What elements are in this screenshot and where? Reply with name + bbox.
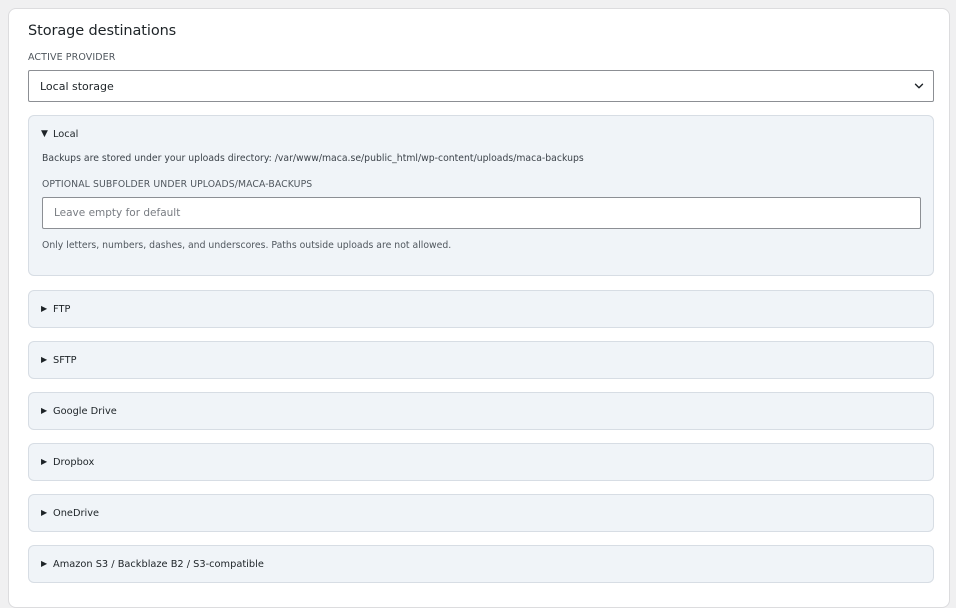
active-provider-value: Local storage <box>40 79 114 93</box>
triangle-right-icon: ▶ <box>41 406 48 415</box>
onedrive-section: ▶ OneDrive <box>28 494 934 532</box>
chevron-down-icon <box>914 83 924 89</box>
local-summary-label: Local <box>53 128 79 140</box>
local-storage-section: ▼ Local Backups are stored under your up… <box>28 115 934 276</box>
onedrive-summary-toggle[interactable]: ▶ OneDrive <box>41 506 99 520</box>
triangle-down-icon: ▼ <box>41 129 48 139</box>
ftp-summary-toggle[interactable]: ▶ FTP <box>41 302 70 316</box>
subfolder-label: OPTIONAL SUBFOLDER UNDER UPLOADS/MACA-BA… <box>42 179 313 190</box>
s3-section: ▶ Amazon S3 / Backblaze B2 / S3-compatib… <box>28 545 934 583</box>
sftp-summary-toggle[interactable]: ▶ SFTP <box>41 353 77 367</box>
onedrive-summary-label: OneDrive <box>53 507 100 519</box>
triangle-right-icon: ▶ <box>41 355 48 364</box>
google-drive-section: ▶ Google Drive <box>28 392 934 430</box>
local-summary-toggle[interactable]: ▼ Local <box>41 127 78 141</box>
triangle-right-icon: ▶ <box>41 304 48 313</box>
ftp-summary-label: FTP <box>53 303 71 315</box>
panel-title: Storage destinations <box>28 23 177 39</box>
active-provider-select[interactable]: Local storage <box>28 70 934 102</box>
triangle-right-icon: ▶ <box>41 508 48 517</box>
dropbox-summary-label: Dropbox <box>53 456 95 468</box>
google-drive-summary-toggle[interactable]: ▶ Google Drive <box>41 404 117 418</box>
dropbox-summary-toggle[interactable]: ▶ Dropbox <box>41 455 94 469</box>
storage-destinations-panel: Storage destinations ACTIVE PROVIDER Loc… <box>8 8 950 608</box>
dropbox-section: ▶ Dropbox <box>28 443 934 481</box>
triangle-right-icon: ▶ <box>41 457 48 466</box>
subfolder-help-text: Only letters, numbers, dashes, and under… <box>42 240 452 251</box>
ftp-section: ▶ FTP <box>28 290 934 328</box>
triangle-right-icon: ▶ <box>41 559 48 568</box>
sftp-summary-label: SFTP <box>53 354 77 366</box>
google-drive-summary-label: Google Drive <box>53 405 117 417</box>
subfolder-input[interactable] <box>42 197 921 229</box>
s3-summary-toggle[interactable]: ▶ Amazon S3 / Backblaze B2 / S3-compatib… <box>41 557 264 571</box>
sftp-section: ▶ SFTP <box>28 341 934 379</box>
active-provider-label: ACTIVE PROVIDER <box>28 52 116 63</box>
local-description: Backups are stored under your uploads di… <box>42 153 584 164</box>
